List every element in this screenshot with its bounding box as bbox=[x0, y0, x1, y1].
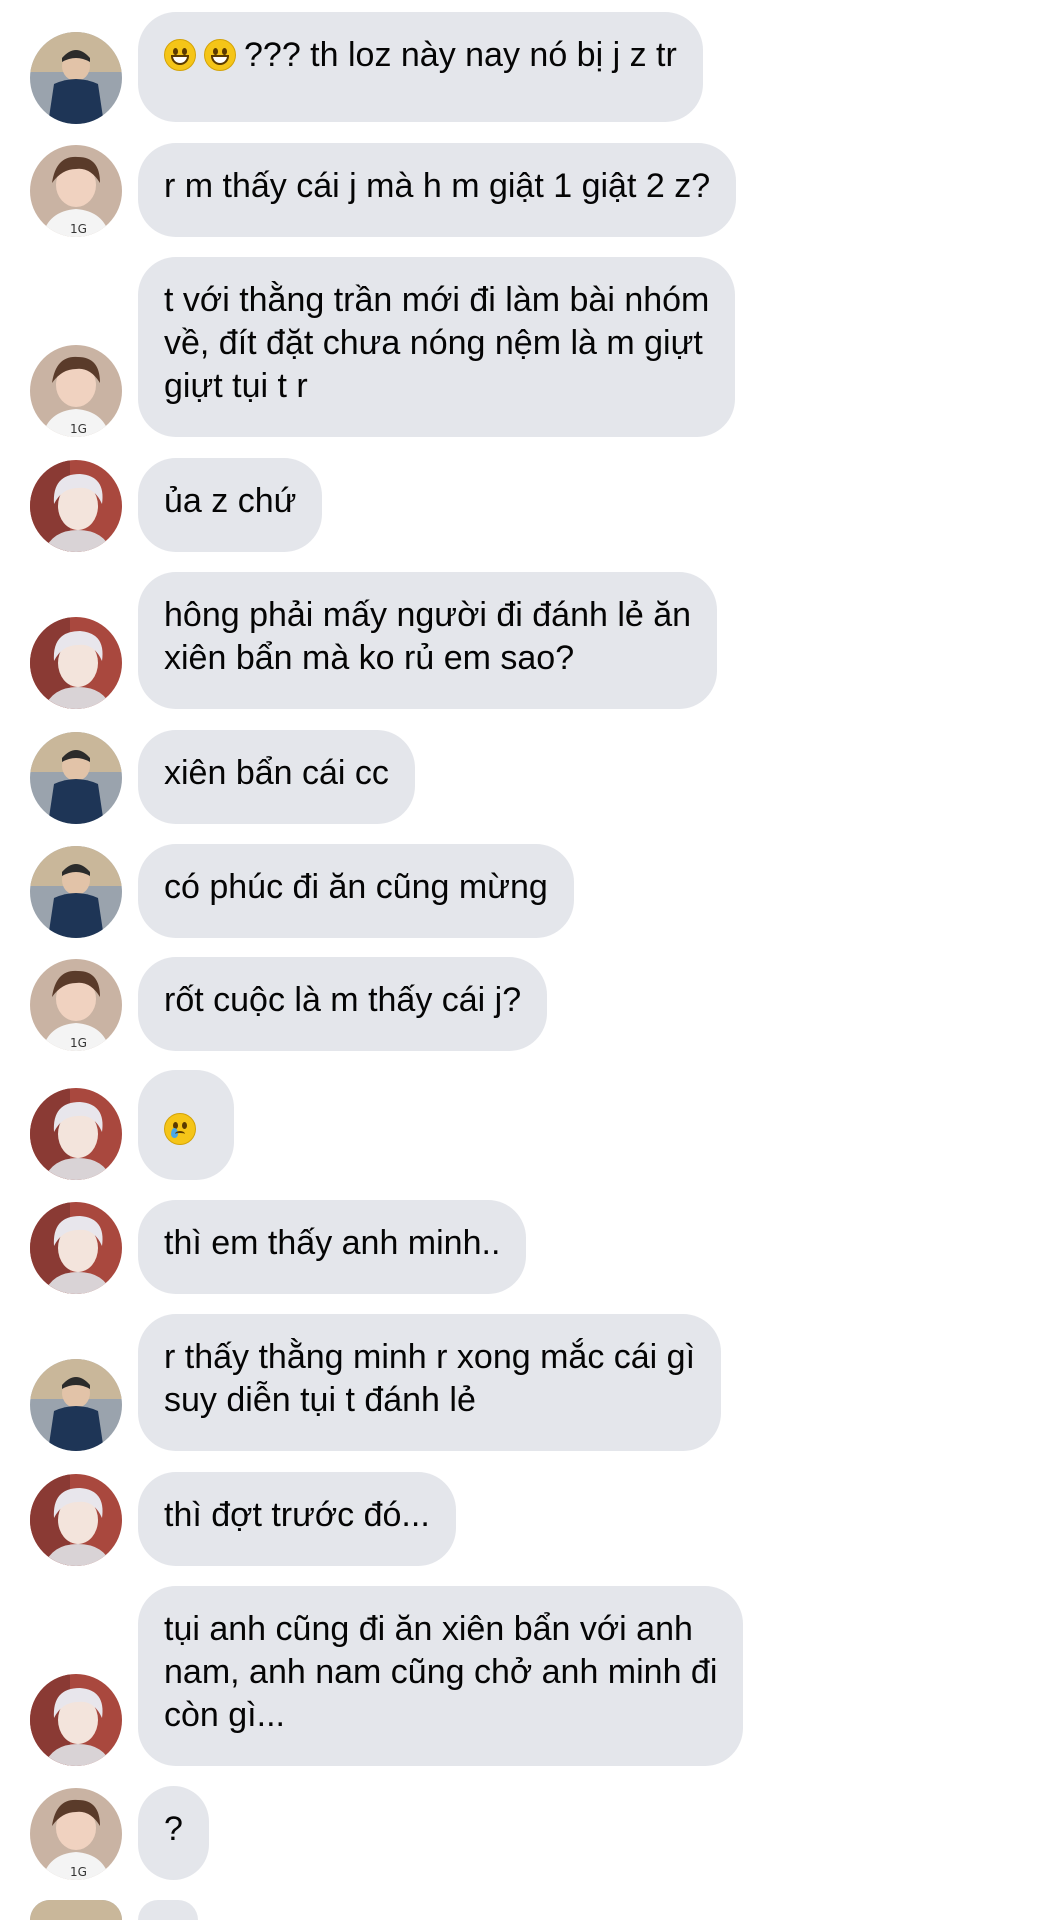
avatar[interactable]: 1G bbox=[30, 345, 122, 437]
message-text: tụi anh cũng đi ăn xiên bẩn với anh nam,… bbox=[164, 1610, 718, 1734]
avatar[interactable]: 1G bbox=[30, 1788, 122, 1880]
message-text: xiên bẩn cái cc bbox=[164, 754, 389, 792]
message-text: hông phải mấy người đi đánh lẻ ăn xiên b… bbox=[164, 596, 692, 677]
message-text: ??? th loz này nay nó bị j z tr bbox=[244, 36, 677, 74]
avatar-image bbox=[30, 1202, 122, 1294]
avatar[interactable] bbox=[30, 32, 122, 124]
message-bubble[interactable] bbox=[138, 1070, 234, 1180]
message-bubble[interactable]: có phúc đi ăn cũng mừng bbox=[138, 844, 574, 938]
avatar-image bbox=[30, 32, 122, 124]
message-text: t với thằng trần mới đi làm bài nhóm về,… bbox=[164, 281, 710, 405]
message-row: có phúc đi ăn cũng mừng bbox=[0, 844, 1051, 938]
svg-text:1G: 1G bbox=[70, 1865, 87, 1879]
avatar-image: 1G bbox=[30, 1788, 122, 1880]
avatar-image: 1G bbox=[30, 959, 122, 1051]
message-text: rốt cuộc là m thấy cái j? bbox=[164, 981, 522, 1019]
message-bubble[interactable]: thì đợt trước đó... bbox=[138, 1472, 456, 1566]
avatar[interactable] bbox=[30, 1674, 122, 1766]
avatar[interactable] bbox=[30, 1202, 122, 1294]
avatar-image bbox=[30, 846, 122, 938]
avatar[interactable] bbox=[30, 1359, 122, 1451]
message-row: thì em thấy anh minh.. bbox=[0, 1200, 1051, 1294]
message-text: r thấy thằng minh r xong mắc cái gì suy … bbox=[164, 1338, 696, 1419]
message-bubble[interactable] bbox=[138, 1900, 198, 1920]
message-row: 1G r m thấy cái j mà h m giật 1 giật 2 z… bbox=[0, 143, 1051, 237]
grinning-face-icon bbox=[164, 39, 196, 71]
avatar-image bbox=[30, 1900, 122, 1920]
avatar[interactable] bbox=[30, 846, 122, 938]
message-row: ủa z chứ bbox=[0, 458, 1051, 552]
avatar-image: 1G bbox=[30, 345, 122, 437]
svg-text:1G: 1G bbox=[70, 222, 87, 236]
message-bubble[interactable]: ? bbox=[138, 1786, 209, 1880]
message-row: ??? th loz này nay nó bị j z tr bbox=[0, 12, 1051, 124]
avatar[interactable] bbox=[30, 1088, 122, 1180]
message-thread: ??? th loz này nay nó bị j z tr 1G r m t… bbox=[0, 0, 1051, 1920]
message-bubble[interactable]: ủa z chứ bbox=[138, 458, 323, 552]
message-bubble[interactable]: thì em thấy anh minh.. bbox=[138, 1200, 527, 1294]
grinning-face-icon bbox=[204, 39, 236, 71]
avatar[interactable] bbox=[30, 1900, 122, 1920]
message-bubble[interactable]: xiên bẩn cái cc bbox=[138, 730, 415, 824]
message-row: thì đợt trước đó... bbox=[0, 1472, 1051, 1566]
message-bubble[interactable]: tụi anh cũng đi ăn xiên bẩn với anh nam,… bbox=[138, 1586, 744, 1766]
avatar-image bbox=[30, 1088, 122, 1180]
avatar[interactable] bbox=[30, 460, 122, 552]
message-text: thì đợt trước đó... bbox=[164, 1496, 430, 1534]
avatar-image bbox=[30, 1474, 122, 1566]
avatar-image: 1G bbox=[30, 145, 122, 237]
avatar-image bbox=[30, 1359, 122, 1451]
avatar-image bbox=[30, 617, 122, 709]
avatar-image bbox=[30, 1674, 122, 1766]
message-bubble[interactable]: ??? th loz này nay nó bị j z tr bbox=[138, 12, 703, 122]
message-row: 1G ? bbox=[0, 1786, 1051, 1880]
crying-face-icon bbox=[164, 1113, 196, 1145]
message-text: thì em thấy anh minh.. bbox=[164, 1224, 501, 1262]
message-text: ? bbox=[164, 1810, 183, 1848]
avatar-image bbox=[30, 460, 122, 552]
message-bubble[interactable]: t với thằng trần mới đi làm bài nhóm về,… bbox=[138, 257, 736, 437]
message-text: r m thấy cái j mà h m giật 1 giật 2 z? bbox=[164, 167, 711, 205]
avatar[interactable]: 1G bbox=[30, 145, 122, 237]
message-bubble[interactable]: r thấy thằng minh r xong mắc cái gì suy … bbox=[138, 1314, 722, 1451]
avatar[interactable] bbox=[30, 732, 122, 824]
message-text: ủa z chứ bbox=[164, 482, 297, 520]
message-row: 1G rốt cuộc là m thấy cái j? bbox=[0, 957, 1051, 1051]
avatar[interactable] bbox=[30, 1474, 122, 1566]
message-bubble[interactable]: hông phải mấy người đi đánh lẻ ăn xiên b… bbox=[138, 572, 718, 709]
message-row: hông phải mấy người đi đánh lẻ ăn xiên b… bbox=[0, 572, 1051, 709]
message-text: có phúc đi ăn cũng mừng bbox=[164, 868, 548, 906]
svg-text:1G: 1G bbox=[70, 422, 87, 436]
message-row: tụi anh cũng đi ăn xiên bẩn với anh nam,… bbox=[0, 1586, 1051, 1766]
message-bubble[interactable]: r m thấy cái j mà h m giật 1 giật 2 z? bbox=[138, 143, 737, 237]
svg-text:1G: 1G bbox=[70, 1036, 87, 1050]
avatar[interactable] bbox=[30, 617, 122, 709]
message-row: 1G t với thằng trần mới đi làm bài nhóm … bbox=[0, 257, 1051, 437]
message-row: r thấy thằng minh r xong mắc cái gì suy … bbox=[0, 1314, 1051, 1451]
avatar[interactable]: 1G bbox=[30, 959, 122, 1051]
avatar-image bbox=[30, 732, 122, 824]
message-bubble[interactable]: rốt cuộc là m thấy cái j? bbox=[138, 957, 548, 1051]
message-row: xiên bẩn cái cc bbox=[0, 730, 1051, 824]
message-row bbox=[0, 1070, 1051, 1180]
message-row bbox=[0, 1900, 1051, 1920]
